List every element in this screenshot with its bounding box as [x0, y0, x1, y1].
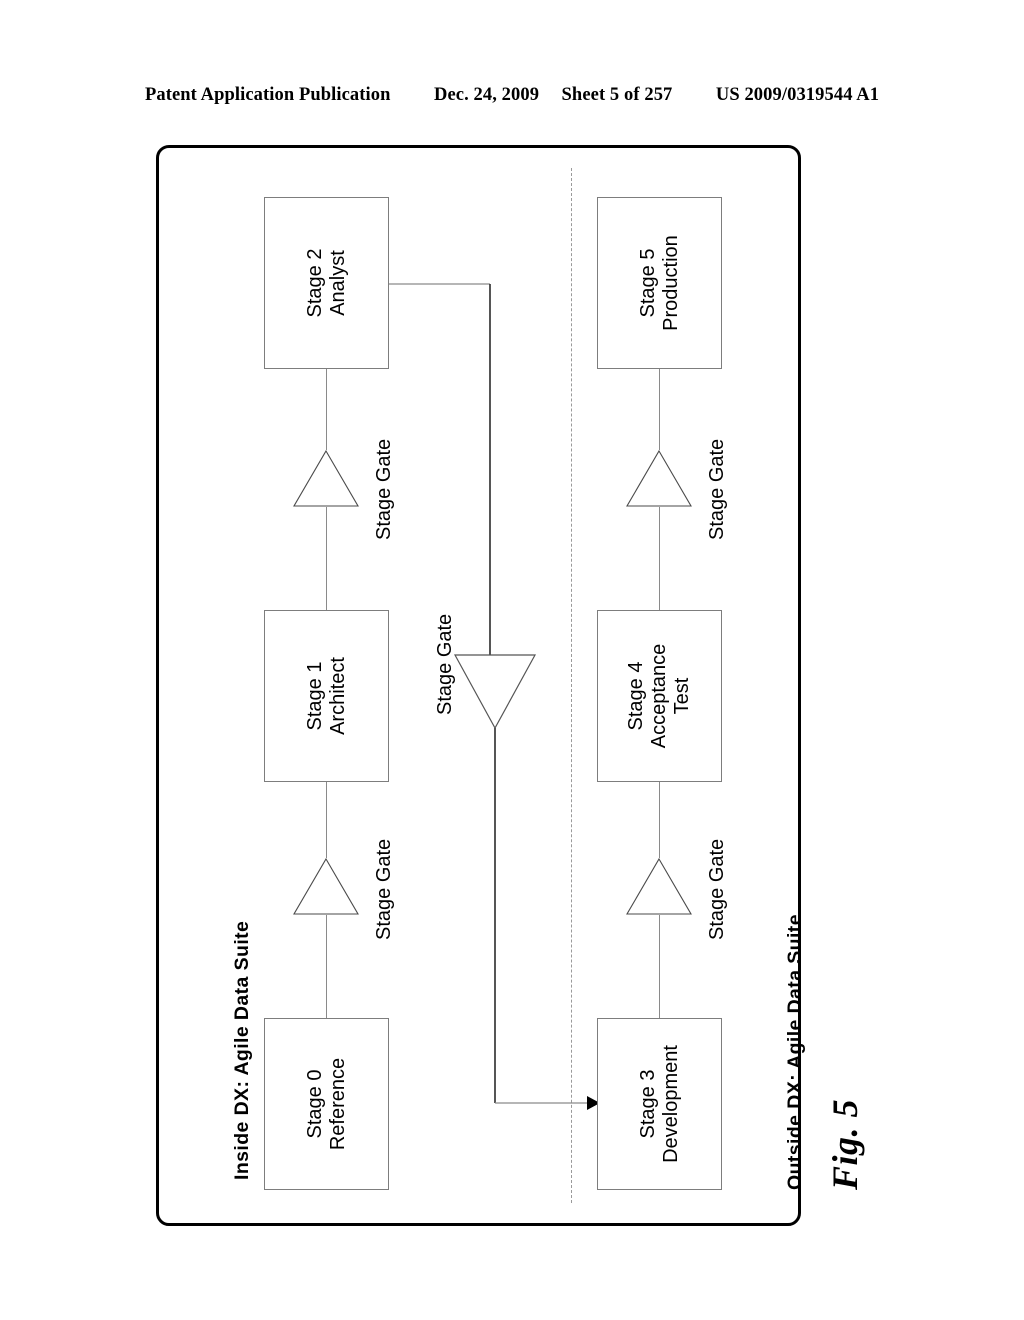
stage2-title: Stage 2: [303, 248, 326, 318]
stage-box-stage1-label: Stage 1 Architect: [303, 657, 349, 735]
stage-box-stage2[interactable]: Stage 2 Analyst: [264, 197, 389, 369]
gate-2-3-label: Stage Gate: [434, 613, 456, 715]
connector-stage4-to-gate45: [659, 507, 660, 610]
connector-stage0-to-gate01: [326, 915, 327, 1018]
stage-box-stage0-label: Stage 0 Reference: [303, 1058, 349, 1150]
connector-stage3-to-gate34: [659, 915, 660, 1018]
stage3-title: Stage 3: [636, 1069, 659, 1139]
stage5-title: Stage 5: [636, 248, 659, 318]
triangle-up-icon: [626, 857, 692, 915]
connector-gate12-to-stage2: [326, 369, 327, 450]
header-date: Dec. 24, 2009: [433, 85, 540, 105]
stage4-subtitle2: Test: [671, 677, 694, 715]
stage-box-stage1[interactable]: Stage 1 Architect: [264, 610, 389, 782]
stage-box-stage4[interactable]: Stage 4 Acceptance Test: [597, 610, 722, 782]
stage4-title: Stage 4: [624, 661, 647, 731]
page-header: Patent Application Publication Dec. 24, …: [0, 85, 1024, 106]
connector-gate45-to-stage5: [659, 369, 660, 450]
header-patent-number: US 2009/0319544 A1: [715, 85, 880, 105]
connector-gate34-to-stage4: [659, 782, 660, 858]
gate-0-1-label: Stage Gate: [373, 838, 395, 940]
stage0-title: Stage 0: [303, 1069, 326, 1139]
stage-box-stage5[interactable]: Stage 5 Production: [597, 197, 722, 369]
connector-stage1-to-gate12: [326, 507, 327, 610]
header-publication: Patent Application Publication: [144, 85, 391, 105]
header-sheet: Sheet 5 of 257: [561, 85, 673, 105]
stage4-subtitle: Acceptance: [647, 643, 670, 749]
gate-4-5-label: Stage Gate: [706, 438, 728, 540]
inside-outside-divider: [571, 168, 572, 1203]
stage5-subtitle: Production: [659, 235, 682, 331]
stage-box-stage5-label: Stage 5 Production: [636, 235, 682, 331]
triangle-up-icon: [626, 449, 692, 507]
gate-4-5-triangle: [626, 449, 692, 507]
gate-3-4-triangle: [626, 857, 692, 915]
stage3-subtitle: Development: [659, 1045, 682, 1163]
outside-dx-label: Outside DX: Agile Data Suite: [784, 914, 806, 1190]
triangle-up-icon: [293, 857, 359, 915]
stage-box-stage0[interactable]: Stage 0 Reference: [264, 1018, 389, 1190]
stage-box-stage4-label: Stage 4 Acceptance Test: [625, 644, 695, 749]
gate-1-2-triangle: [293, 449, 359, 507]
gate-3-4-label: Stage Gate: [706, 838, 728, 940]
gate-0-1-triangle: [293, 857, 359, 915]
stage1-subtitle: Architect: [326, 657, 349, 735]
triangle-up-icon: [293, 449, 359, 507]
stage-box-stage2-label: Stage 2 Analyst: [303, 249, 349, 318]
stage0-subtitle: Reference: [326, 1057, 349, 1151]
gate-1-2-label: Stage Gate: [373, 438, 395, 540]
stage-box-stage3-label: Stage 3 Development: [636, 1045, 682, 1163]
stage2-subtitle: Analyst: [326, 250, 349, 316]
stage1-title: Stage 1: [303, 661, 326, 731]
connector-gate01-to-stage1: [326, 782, 327, 858]
stage-box-stage3[interactable]: Stage 3 Development: [597, 1018, 722, 1190]
inside-dx-label: Inside DX: Agile Data Suite: [231, 920, 253, 1180]
figure-caption: Fig. 5: [825, 1098, 865, 1190]
